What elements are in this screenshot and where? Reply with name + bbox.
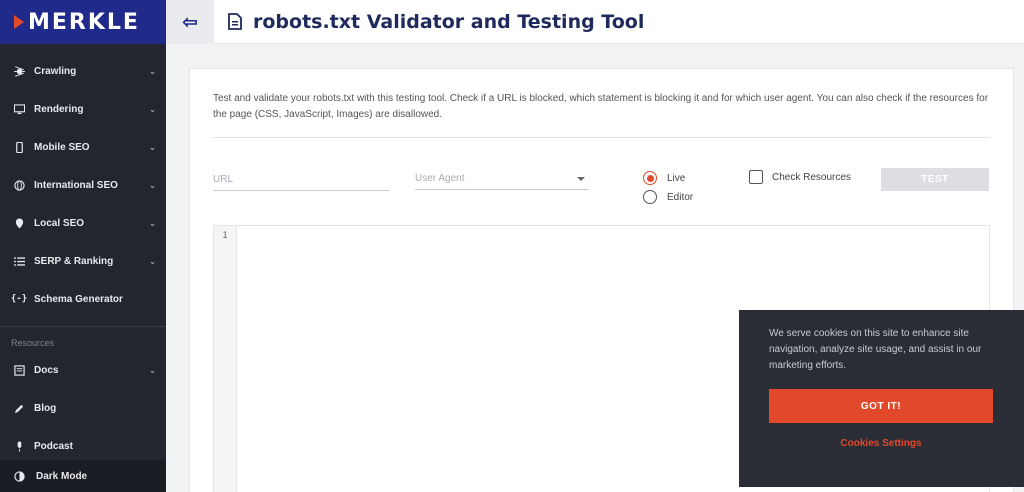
cookie-text: We serve cookies on this site to enhance…: [769, 328, 982, 371]
user-agent-placeholder: User Agent: [415, 173, 465, 184]
globe-icon: [12, 178, 26, 192]
sidebar-item-label: Local SEO: [34, 217, 85, 229]
sidebar-item-international-seo[interactable]: International SEO ⌄: [0, 166, 166, 204]
check-resources-label: Check Resources: [772, 171, 851, 183]
caret-down-icon: [577, 176, 585, 181]
sidebar-item-label: Rendering: [34, 103, 84, 115]
sidebar-item-docs[interactable]: Docs ⌄: [0, 351, 166, 389]
spider-icon: [12, 64, 26, 78]
sidebar-item-blog[interactable]: Blog: [0, 389, 166, 427]
check-resources[interactable]: Check Resources: [749, 170, 851, 184]
chevron-down-icon: ⌄: [149, 142, 156, 152]
url-input[interactable]: [213, 169, 389, 191]
sidebar-item-serp-ranking[interactable]: SERP & Ranking ⌄: [0, 242, 166, 280]
phone-icon: [12, 140, 26, 154]
page-header: robots.txt Validator and Testing Tool: [214, 0, 1024, 44]
contrast-icon: [12, 469, 26, 483]
card-divider: [213, 137, 990, 138]
sidebar-item-label: SERP & Ranking: [34, 255, 114, 267]
sidebar-item-label: International SEO: [34, 179, 118, 191]
sidebar-item-mobile-seo[interactable]: Mobile SEO ⌄: [0, 128, 166, 166]
radio-editor[interactable]: Editor: [643, 190, 693, 204]
pencil-icon: [12, 401, 26, 415]
cookie-banner: We serve cookies on this site to enhance…: [739, 310, 1024, 487]
editor-gutter: 1: [214, 226, 237, 492]
sidebar-item-local-seo[interactable]: Local SEO ⌄: [0, 204, 166, 242]
sidebar-item-label: Docs: [34, 364, 59, 376]
radio-live[interactable]: Live: [643, 171, 685, 185]
monitor-icon: [12, 102, 26, 116]
docs-icon: [12, 363, 26, 377]
radio-live-control[interactable]: [643, 171, 657, 185]
sidebar-item-label: Podcast: [34, 440, 73, 452]
user-agent-select[interactable]: User Agent: [415, 168, 589, 190]
dark-mode-label: Dark Mode: [36, 470, 88, 482]
sidebar: MERKLE Crawling ⌄ Rendering ⌄ Mobile SEO…: [0, 0, 166, 492]
pin-icon: [12, 216, 26, 230]
document-icon: [228, 13, 242, 30]
radio-editor-label: Editor: [667, 191, 694, 203]
cookie-settings-link[interactable]: Cookies Settings: [769, 438, 993, 449]
sidebar-item-label: Mobile SEO: [34, 141, 90, 153]
braces-icon: {-}: [10, 294, 28, 304]
resources-heading: Resources: [11, 338, 55, 348]
chevron-down-icon: ⌄: [149, 218, 156, 228]
radio-editor-control[interactable]: [643, 190, 657, 204]
chevron-down-icon: ⌄: [149, 104, 156, 114]
sidebar-nav: Crawling ⌄ Rendering ⌄ Mobile SEO ⌄ Inte…: [0, 52, 166, 318]
chevron-down-icon: ⌄: [149, 365, 156, 375]
sidebar-item-rendering[interactable]: Rendering ⌄: [0, 90, 166, 128]
page-title: robots.txt Validator and Testing Tool: [253, 10, 645, 33]
check-resources-checkbox[interactable]: [749, 170, 763, 184]
chevron-down-icon: ⌄: [149, 66, 156, 76]
tool-description: Test and validate your robots.txt with t…: [213, 93, 989, 120]
collapse-arrow-icon: ⇦: [182, 11, 198, 32]
logo[interactable]: MERKLE: [0, 0, 166, 44]
chevron-down-icon: ⌄: [149, 180, 156, 190]
sidebar-item-label: Crawling: [34, 65, 77, 77]
resources-nav: Docs ⌄ Blog Podcast: [0, 351, 166, 465]
test-button[interactable]: TEST: [881, 168, 989, 191]
logo-mark-icon: [14, 15, 24, 29]
list-icon: [12, 254, 26, 268]
sidebar-item-label: Blog: [34, 402, 57, 414]
sidebar-toggle-button[interactable]: ⇦: [166, 0, 214, 44]
line-number: 1: [222, 231, 228, 241]
sidebar-item-crawling[interactable]: Crawling ⌄: [0, 52, 166, 90]
chevron-down-icon: ⌄: [149, 256, 156, 266]
cookie-accept-button[interactable]: GOT IT!: [769, 389, 993, 423]
sidebar-divider: [0, 326, 166, 327]
mic-icon: [12, 439, 26, 453]
logo-text: MERKLE: [28, 9, 140, 35]
sidebar-item-schema-generator[interactable]: {-} Schema Generator: [0, 280, 166, 318]
dark-mode-toggle[interactable]: Dark Mode: [0, 460, 166, 492]
radio-live-label: Live: [667, 172, 686, 184]
sidebar-item-label: Schema Generator: [34, 293, 123, 305]
